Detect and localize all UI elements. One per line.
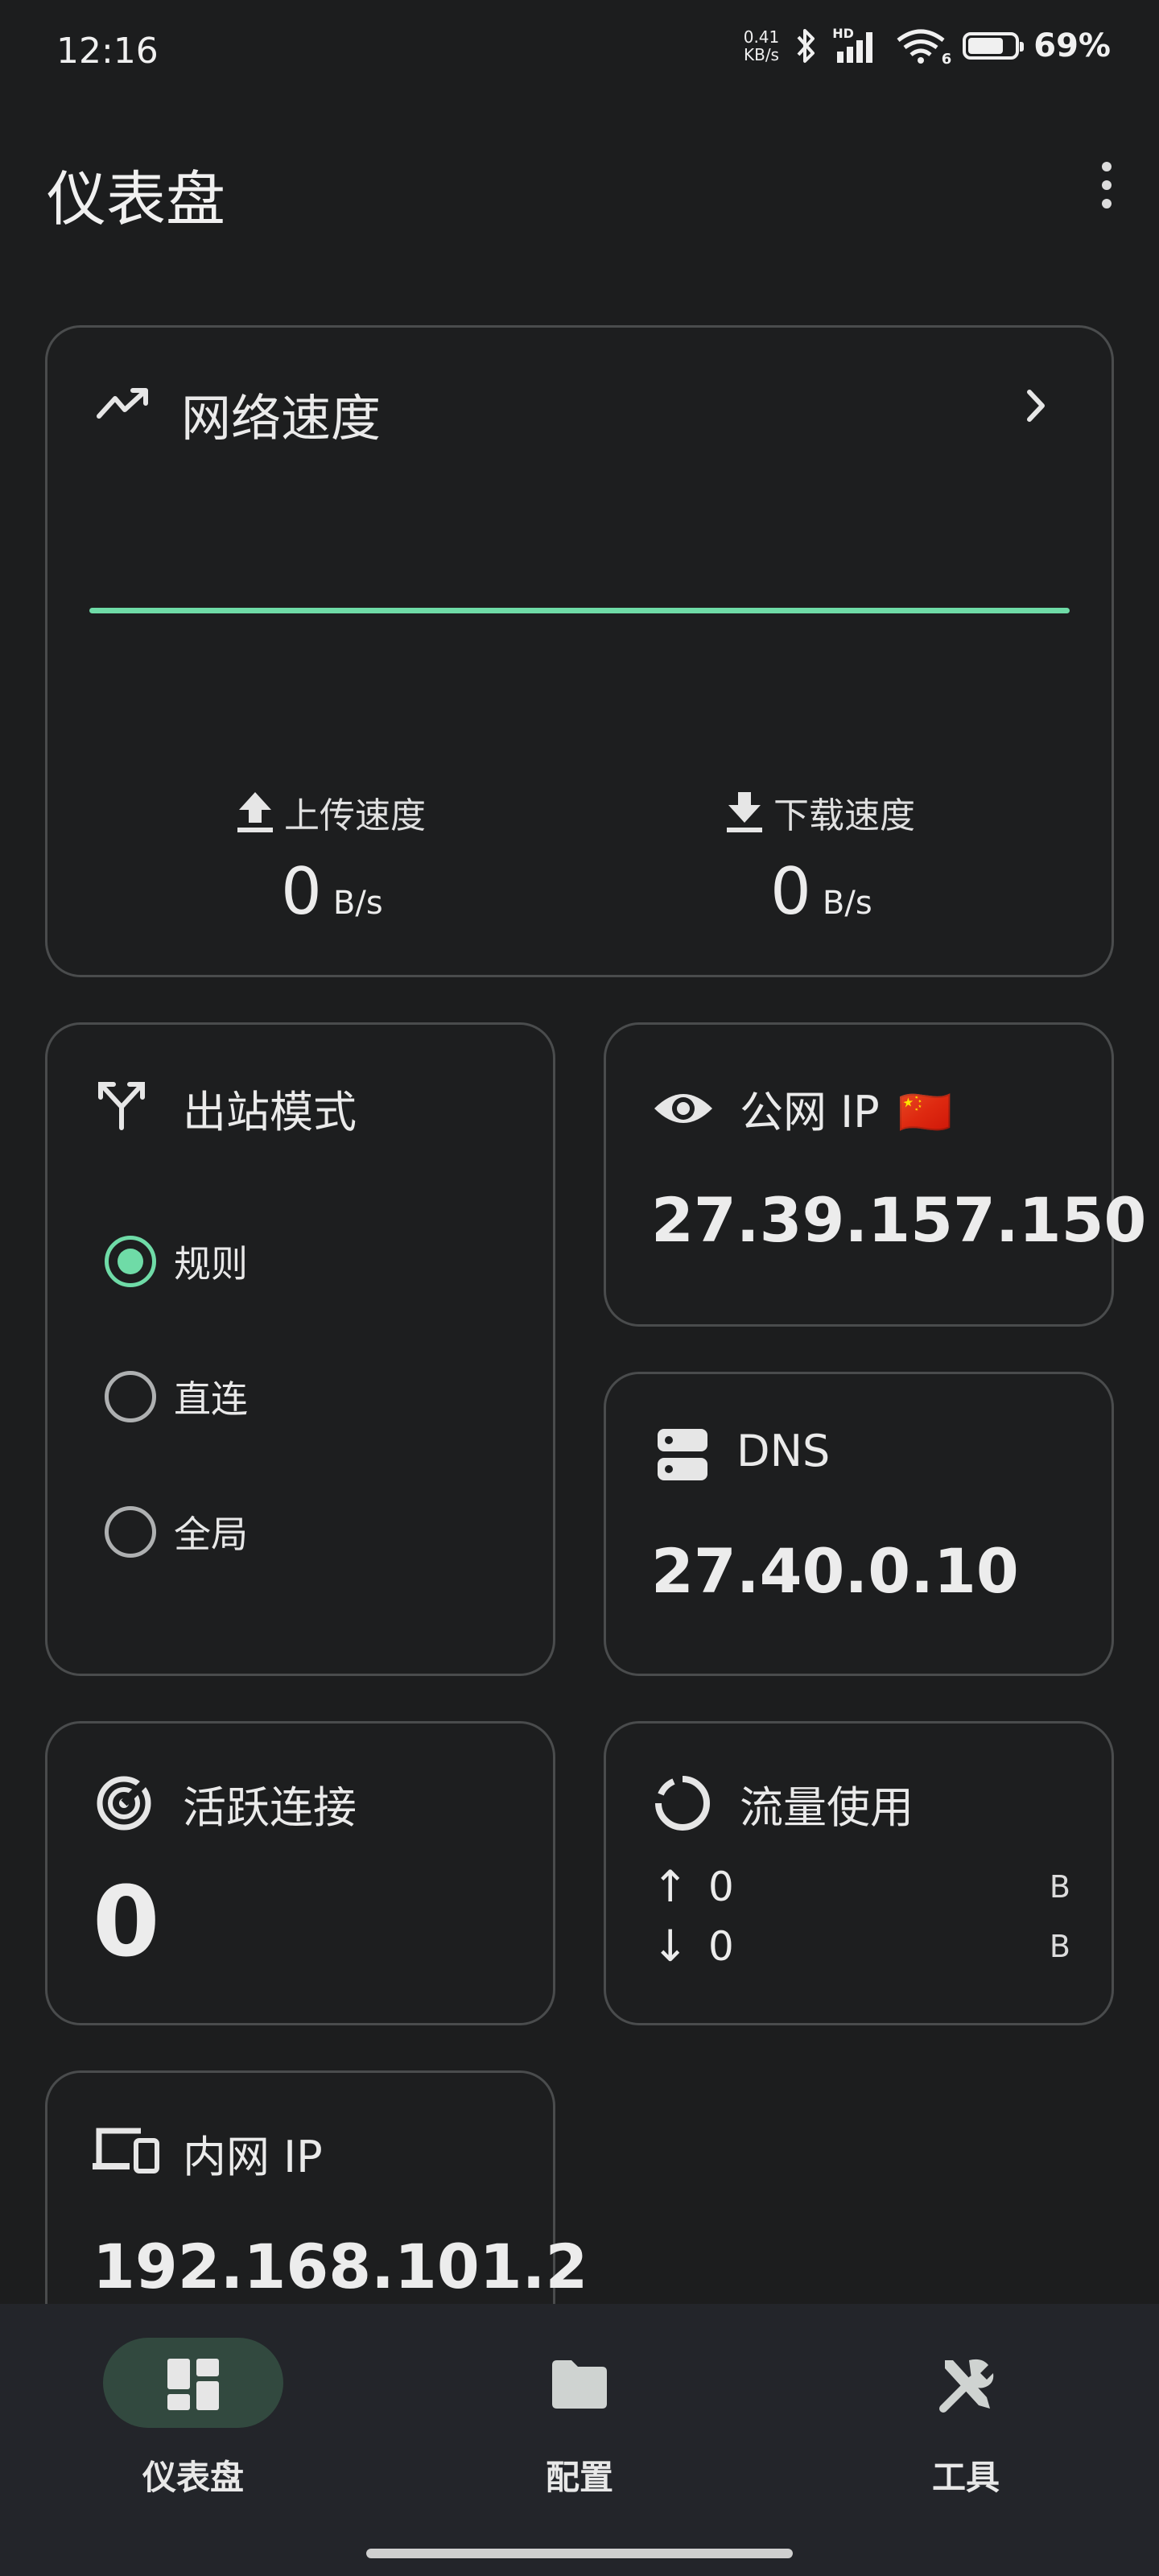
- traffic-upload-value: 0: [708, 1863, 734, 1910]
- active-connections-card[interactable]: 活跃连接 0: [45, 1721, 555, 2025]
- status-time: 12:16: [56, 31, 159, 72]
- upload-speed-text: 上传速度: [284, 795, 426, 836]
- status-icons: 0.41 KB/s HD 6 69%: [744, 26, 1111, 68]
- more-dot: [1102, 162, 1112, 171]
- upload-speed-label: 上传速度: [236, 786, 426, 838]
- radio-global[interactable]: [105, 1506, 156, 1558]
- dashboard-icon: [167, 2359, 219, 2410]
- page-title: 仪表盘: [47, 165, 225, 234]
- mode-option-direct[interactable]: 直连: [105, 1370, 248, 1423]
- traffic-download-value: 0: [708, 1922, 734, 1970]
- download-speed-number: 0: [770, 854, 811, 929]
- eye-icon: [654, 1094, 712, 1123]
- mode-option-label: 全局: [174, 1513, 248, 1556]
- network-speed-card[interactable]: 网络速度 上传速度 0 B/s 下载速度 0 B/s: [45, 325, 1114, 977]
- cell-signal: HD: [832, 26, 881, 64]
- radar-icon: [97, 1776, 151, 1831]
- traffic-download-unit: B: [1049, 1928, 1070, 1964]
- net-speed-indicator: 0.41 KB/s: [744, 28, 780, 64]
- bluetooth-icon: [797, 29, 815, 63]
- nav-item-dashboard[interactable]: 仪表盘: [0, 2304, 386, 2505]
- devices-icon: [93, 2128, 159, 2174]
- speed-graph-line: [89, 608, 1070, 613]
- donut-chart-icon: [655, 1776, 710, 1831]
- more-dot: [1102, 199, 1112, 208]
- more-options-button[interactable]: [1079, 153, 1135, 217]
- nav-item-tools[interactable]: 工具: [773, 2304, 1159, 2505]
- nav-label-tools: 工具: [931, 2458, 1000, 2497]
- wifi-6-label: 6: [941, 51, 952, 68]
- outbound-mode-title: 出站模式: [183, 1087, 357, 1137]
- signal-icon: [837, 32, 873, 63]
- china-flag-icon: 🇨🇳: [897, 1087, 953, 1137]
- dns-card[interactable]: DNS 27.40.0.10: [604, 1372, 1114, 1676]
- folder-icon: [552, 2360, 607, 2409]
- download-icon: [727, 792, 762, 832]
- bottom-navigation: 仪表盘 配置 工具: [0, 2304, 1159, 2576]
- upload-speed-value: 0 B/s: [281, 854, 383, 929]
- download-speed-unit: B/s: [822, 885, 872, 922]
- radio-direct[interactable]: [105, 1371, 156, 1422]
- public-ip-label: 公网 IP: [740, 1087, 880, 1137]
- traffic-upload-unit: B: [1049, 1868, 1070, 1905]
- local-ip-value: 192.168.101.2: [93, 2231, 588, 2302]
- dns-title: DNS: [736, 1426, 831, 1476]
- traffic-upload-row: ↑ 0 B: [652, 1861, 1070, 1912]
- fork-icon: [98, 1082, 145, 1130]
- active-connections-value: 0: [93, 1867, 160, 1979]
- upload-icon: [237, 792, 273, 832]
- net-speed-value: 0.41: [743, 27, 780, 47]
- mode-option-label: 直连: [174, 1377, 248, 1421]
- download-speed-value: 0 B/s: [770, 854, 872, 929]
- radio-rule[interactable]: [105, 1236, 156, 1287]
- public-ip-value: 27.39.157.150: [651, 1184, 1147, 1256]
- mode-option-label: 规则: [174, 1242, 248, 1286]
- upload-speed-number: 0: [281, 854, 322, 929]
- traffic-usage-title: 流量使用: [740, 1782, 914, 1833]
- battery-percent: 69%: [1033, 27, 1111, 64]
- download-arrow-icon: ↓: [652, 1921, 689, 1971]
- public-ip-card[interactable]: 公网 IP 🇨🇳 27.39.157.150: [604, 1022, 1146, 1327]
- net-speed-unit: KB/s: [743, 45, 779, 64]
- home-indicator[interactable]: [366, 2549, 793, 2558]
- public-ip-title: 公网 IP 🇨🇳: [740, 1076, 952, 1140]
- download-speed-label: 下载速度: [725, 786, 915, 838]
- mode-option-rule[interactable]: 规则: [105, 1235, 248, 1288]
- outbound-mode-card: 出站模式: [45, 1022, 555, 1676]
- nav-item-config[interactable]: 配置: [386, 2304, 773, 2505]
- mode-option-global[interactable]: 全局: [105, 1505, 248, 1558]
- local-ip-title: 内网 IP: [183, 2132, 323, 2182]
- wifi-icon: [897, 29, 945, 64]
- traffic-download-row: ↓ 0 B: [652, 1921, 1070, 1971]
- tools-icon: [939, 2359, 994, 2413]
- upload-speed-unit: B/s: [332, 885, 383, 922]
- active-connections-title: 活跃连接: [183, 1782, 357, 1833]
- battery-icon: [963, 32, 1025, 60]
- network-speed-title: 网络速度: [181, 389, 382, 448]
- upload-arrow-icon: ↑: [652, 1861, 689, 1912]
- dns-server-icon: [658, 1429, 707, 1480]
- dns-value: 27.40.0.10: [651, 1535, 1019, 1607]
- nav-label-config: 配置: [545, 2458, 613, 2497]
- chevron-right-icon[interactable]: [1021, 386, 1050, 426]
- download-speed-text: 下载速度: [773, 795, 915, 836]
- nav-label-dashboard: 仪表盘: [142, 2458, 244, 2497]
- wifi-indicator: 6: [895, 27, 951, 68]
- more-dot: [1102, 180, 1112, 190]
- trending-icon: [97, 388, 148, 419]
